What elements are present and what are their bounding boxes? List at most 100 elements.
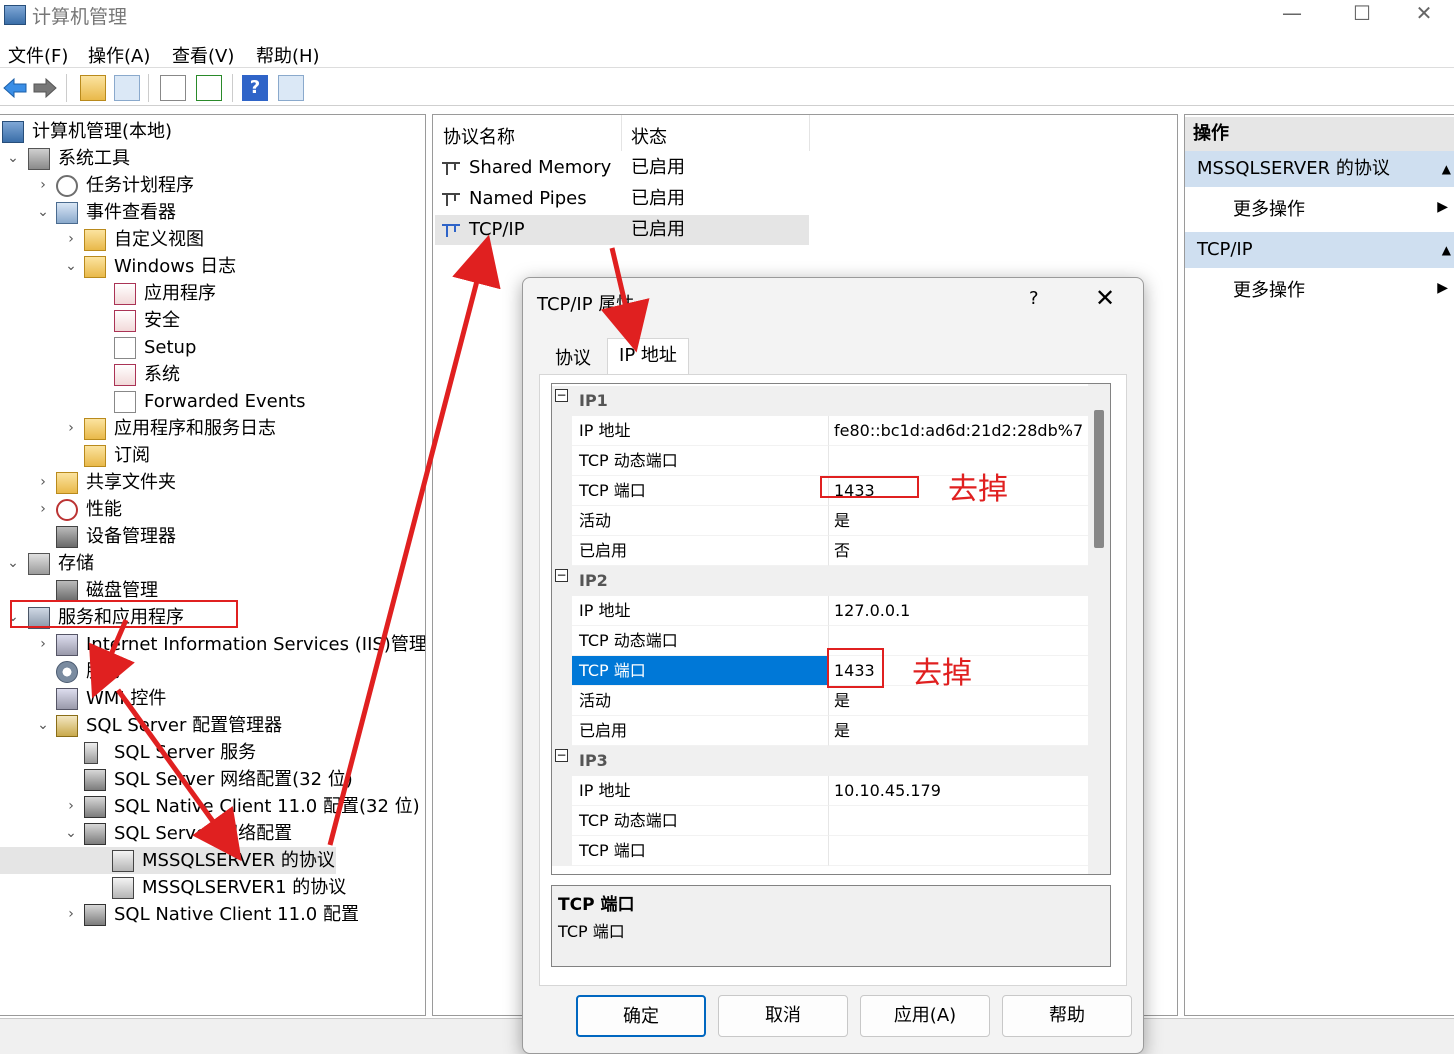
cancel-button[interactable]: 取消 bbox=[718, 995, 848, 1037]
list-item[interactable]: Shared Memory 已启用 bbox=[435, 153, 809, 183]
properties-icon[interactable] bbox=[160, 75, 186, 101]
collapse-chevron-icon[interactable]: ⌄ bbox=[6, 145, 20, 172]
column-divider[interactable] bbox=[809, 115, 810, 151]
tree-node[interactable]: MSSQLSERVER1 的协议 bbox=[0, 874, 420, 901]
property-row[interactable]: IP 地址 10.10.45.179 bbox=[552, 776, 1088, 806]
menu-file[interactable]: 文件(F) bbox=[8, 42, 68, 68]
property-value[interactable]: fe80::bc1d:ad6d:21d2:28db%7 bbox=[829, 416, 1088, 446]
collapse-up-icon[interactable]: ▲ bbox=[1442, 151, 1451, 187]
action-pane-icon[interactable] bbox=[278, 75, 304, 101]
forward-icon[interactable] bbox=[32, 75, 58, 101]
expand-chevron-icon[interactable]: › bbox=[36, 469, 50, 496]
expand-chevron-icon[interactable]: › bbox=[36, 172, 50, 199]
tree-node[interactable]: 安全 bbox=[0, 307, 420, 334]
help-button[interactable]: 帮助 bbox=[1002, 995, 1132, 1037]
vertical-scrollbar[interactable] bbox=[1088, 384, 1110, 874]
expand-chevron-icon[interactable]: › bbox=[64, 793, 78, 820]
menu-action[interactable]: 操作(A) bbox=[88, 42, 150, 68]
minimize-button[interactable]: — bbox=[1262, 0, 1322, 28]
tree-node[interactable]: SQL Server 网络配置(32 位) bbox=[0, 766, 420, 793]
property-row[interactable]: 已启用是 bbox=[552, 716, 1088, 746]
menu-view[interactable]: 查看(V) bbox=[172, 42, 234, 68]
more-actions-link[interactable]: 更多操作 bbox=[1233, 276, 1305, 302]
dialog-close-button[interactable]: ✕ bbox=[1095, 284, 1115, 312]
close-window-button[interactable]: ✕ bbox=[1394, 0, 1454, 28]
property-category[interactable]: − IP3 bbox=[552, 746, 1088, 776]
tree-node[interactable]: 应用程序 bbox=[0, 280, 420, 307]
property-row[interactable]: TCP 端口 bbox=[552, 836, 1088, 866]
property-value[interactable] bbox=[829, 806, 1088, 836]
property-category[interactable]: − IP2 bbox=[552, 566, 1088, 596]
expand-chevron-icon[interactable]: › bbox=[64, 226, 78, 253]
expand-chevron-icon[interactable]: › bbox=[64, 901, 78, 928]
export-icon[interactable] bbox=[196, 75, 222, 101]
tab-ip-address[interactable]: IP 地址 bbox=[607, 338, 689, 374]
tree-node[interactable]: › 性能 bbox=[0, 496, 420, 523]
tree-node[interactable]: Forwarded Events bbox=[0, 388, 420, 415]
property-row[interactable]: 活动是 bbox=[552, 686, 1088, 716]
tree-node[interactable]: › 共享文件夹 bbox=[0, 469, 420, 496]
expand-chevron-icon[interactable]: › bbox=[64, 415, 78, 442]
tree-node[interactable]: 服务 bbox=[0, 658, 420, 685]
back-icon[interactable] bbox=[2, 75, 28, 101]
property-row[interactable]: 已启用否 bbox=[552, 536, 1088, 566]
list-item[interactable]: Named Pipes 已启用 bbox=[435, 184, 809, 214]
tree-node[interactable]: 设备管理器 bbox=[0, 523, 420, 550]
tree-node[interactable]: › 应用程序和服务日志 bbox=[0, 415, 420, 442]
expand-chevron-icon[interactable]: › bbox=[36, 631, 50, 658]
collapse-chevron-icon[interactable]: ⌄ bbox=[36, 712, 50, 739]
expand-chevron-icon[interactable]: › bbox=[36, 496, 50, 523]
ok-button[interactable]: 确定 bbox=[576, 995, 706, 1037]
tree-node[interactable]: 订阅 bbox=[0, 442, 420, 469]
tree-node[interactable]: › SQL Native Client 11.0 配置 bbox=[0, 901, 420, 928]
up-folder-icon[interactable] bbox=[80, 75, 106, 101]
collapse-up-icon[interactable]: ▲ bbox=[1442, 232, 1451, 268]
tree-node[interactable]: › SQL Native Client 11.0 配置(32 位) bbox=[0, 793, 420, 820]
help-icon[interactable]: ? bbox=[242, 75, 268, 101]
tree-node[interactable]: ⌄ 系统工具 bbox=[0, 145, 420, 172]
menu-help[interactable]: 帮助(H) bbox=[256, 42, 320, 68]
property-row[interactable]: 活动是 bbox=[552, 506, 1088, 536]
collapse-toggle-icon[interactable]: − bbox=[555, 569, 568, 582]
tree-node[interactable]: 计算机管理(本地) bbox=[0, 118, 420, 145]
scrollbar-thumb[interactable] bbox=[1094, 410, 1104, 548]
column-header-status[interactable]: 状态 bbox=[631, 123, 667, 149]
property-value[interactable]: 是 bbox=[829, 716, 1088, 746]
property-value[interactable]: 127.0.0.1 bbox=[829, 596, 1088, 626]
tree-node[interactable]: WMI 控件 bbox=[0, 685, 420, 712]
tree-node[interactable]: ⌄ SQL Server 配置管理器 bbox=[0, 712, 420, 739]
actions-section-tcpip[interactable]: TCP/IP ▲ bbox=[1185, 232, 1454, 268]
property-value[interactable]: 否 bbox=[829, 536, 1088, 566]
property-category[interactable]: − IP1 bbox=[552, 386, 1088, 416]
tree-node[interactable]: › 自定义视图 bbox=[0, 226, 420, 253]
list-item-selected[interactable]: TCP/IP 已启用 bbox=[435, 215, 809, 245]
tree-node[interactable]: › 任务计划程序 bbox=[0, 172, 420, 199]
property-row[interactable]: IP 地址 fe80::bc1d:ad6d:21d2:28db%7 bbox=[552, 416, 1088, 446]
property-value[interactable]: 是 bbox=[829, 506, 1088, 536]
collapse-toggle-icon[interactable]: − bbox=[555, 749, 568, 762]
column-divider[interactable] bbox=[621, 115, 622, 151]
tree-node[interactable]: SQL Server 服务 bbox=[0, 739, 420, 766]
tree-node[interactable]: ⌄ SQL Server 网络配置 bbox=[0, 820, 420, 847]
collapse-chevron-icon[interactable]: ⌄ bbox=[64, 253, 78, 280]
tree-node[interactable]: 系统 bbox=[0, 361, 420, 388]
tab-protocol[interactable]: 协议 bbox=[537, 342, 609, 376]
dialog-help-button[interactable]: ? bbox=[1029, 288, 1039, 309]
tree-node[interactable]: › Internet Information Services (IIS)管理器 bbox=[0, 631, 425, 658]
collapse-chevron-icon[interactable]: ⌄ bbox=[6, 550, 20, 577]
property-value[interactable]: 10.10.45.179 bbox=[829, 776, 1088, 806]
property-value[interactable] bbox=[829, 836, 1088, 866]
tree-node[interactable]: ⌄ 存储 bbox=[0, 550, 420, 577]
maximize-button[interactable]: ☐ bbox=[1332, 0, 1392, 28]
more-actions-link[interactable]: 更多操作 bbox=[1233, 195, 1305, 221]
tree-node[interactable]: ⌄ 事件查看器 bbox=[0, 199, 420, 226]
apply-button[interactable]: 应用(A) bbox=[860, 995, 990, 1037]
collapse-chevron-icon[interactable]: ⌄ bbox=[36, 199, 50, 226]
tree-node[interactable]: MSSQLSERVER 的协议 bbox=[0, 847, 336, 874]
tree-node[interactable]: ⌄ Windows 日志 bbox=[0, 253, 420, 280]
property-row[interactable]: TCP 动态端口 bbox=[552, 626, 1088, 656]
property-row[interactable]: TCP 端口 1433 bbox=[552, 656, 1088, 686]
property-row[interactable]: IP 地址 127.0.0.1 bbox=[552, 596, 1088, 626]
collapse-toggle-icon[interactable]: − bbox=[555, 389, 568, 402]
show-tree-icon[interactable] bbox=[114, 75, 140, 101]
